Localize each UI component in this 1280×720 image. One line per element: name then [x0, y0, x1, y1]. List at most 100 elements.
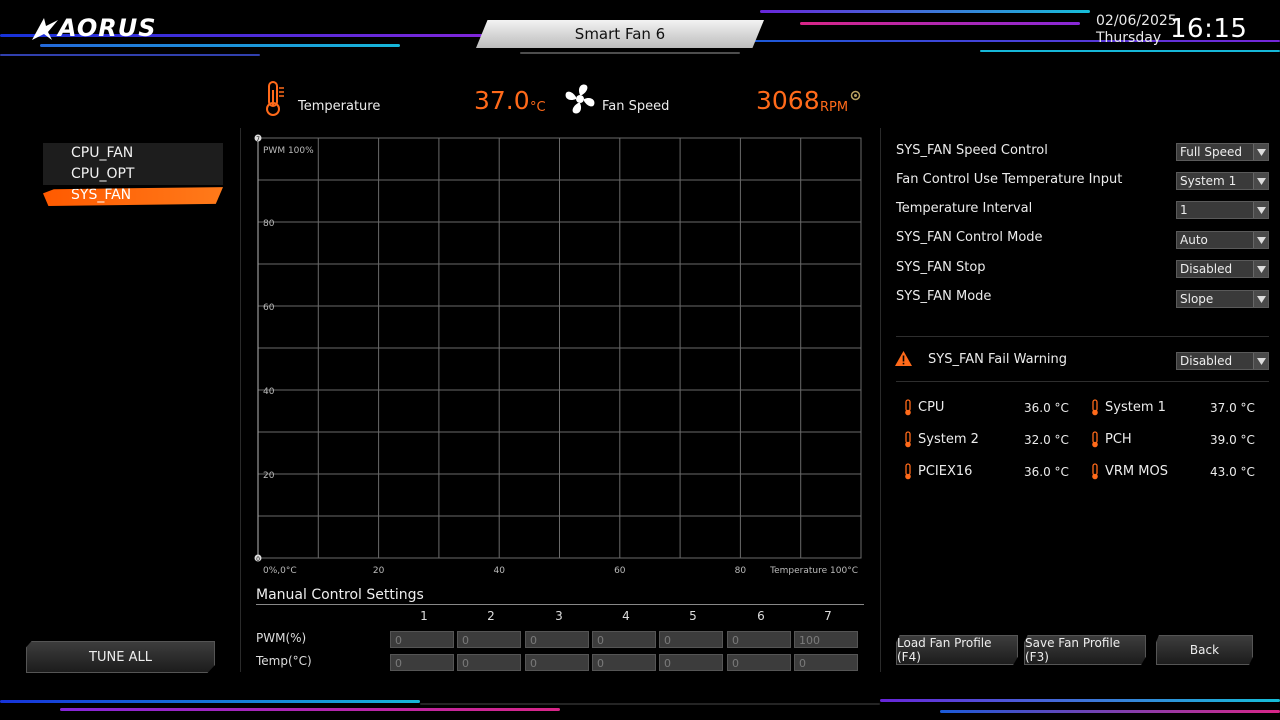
date-text: 02/06/2025	[1096, 13, 1177, 29]
left-divider	[240, 128, 241, 672]
warning-divider	[896, 381, 1269, 382]
x-tick-labels: 20 40 60 80	[373, 566, 747, 576]
chevron-down-icon	[1253, 291, 1268, 307]
dropdown-fan-stop[interactable]: Disabled	[1176, 260, 1269, 278]
fan-item-cpu-opt[interactable]: CPU_OPT	[43, 164, 223, 185]
x-tick-label: 20	[373, 566, 385, 576]
save-fan-profile-button[interactable]: Save Fan Profile (F3)	[1024, 635, 1146, 665]
date-display: 02/06/2025 Thursday	[1096, 13, 1177, 47]
page-title-text: Smart Fan 6	[574, 25, 666, 43]
sensor-name-system1: System 1	[1105, 400, 1166, 415]
falcon-logo-icon	[32, 18, 58, 40]
fan-item-sys-fan[interactable]: SYS_FAN	[43, 187, 223, 206]
dropdown-control-mode[interactable]: Auto	[1176, 231, 1269, 249]
x-origin-label: 0%,0°C	[263, 566, 297, 576]
temp-input-5[interactable]: 0	[659, 654, 723, 671]
setting-label-temp-input: Fan Control Use Temperature Input	[896, 172, 1123, 187]
thermometer-icon	[902, 463, 914, 484]
temp-input-1[interactable]: 0	[390, 654, 454, 671]
sensor-name-pch: PCH	[1105, 432, 1132, 447]
sensor-name-pciex16: PCIEX16	[918, 464, 973, 479]
column-header-7: 7	[824, 609, 832, 623]
thermometer-icon	[1089, 399, 1101, 420]
load-fan-profile-button[interactable]: Load Fan Profile (F4)	[896, 635, 1018, 665]
load-fan-profile-label: Load Fan Profile (F4)	[897, 636, 992, 664]
dropdown-speed-control[interactable]: Full Speed	[1176, 143, 1269, 161]
gear-icon[interactable]	[850, 86, 861, 105]
sensor-value-pciex16: 36.0 °C	[1024, 465, 1069, 479]
thermometer-icon	[262, 80, 288, 120]
fan-speed-value: 3068	[756, 86, 820, 115]
clock-display: 16:15	[1170, 14, 1248, 44]
y-tick-label: 40	[263, 387, 275, 397]
curve-point-bottom[interactable]: 0	[254, 554, 262, 564]
setting-label-fan-mode: SYS_FAN Mode	[896, 289, 992, 304]
temperature-value: 37.0	[474, 86, 530, 115]
thermometer-icon	[902, 399, 914, 420]
pwm-input-1[interactable]: 0	[390, 631, 454, 648]
sensor-name-system2: System 2	[918, 432, 979, 447]
dropdown-temp-input[interactable]: System 1	[1176, 172, 1269, 190]
pwm-input-5[interactable]: 0	[659, 631, 723, 648]
dropdown-value: 1	[1180, 203, 1188, 217]
column-header-5: 5	[689, 609, 697, 623]
dropdown-value: Disabled	[1180, 354, 1233, 368]
chevron-down-icon	[1253, 202, 1268, 218]
y-tick-label: 20	[263, 471, 275, 481]
temp-input-3[interactable]: 0	[525, 654, 589, 671]
setting-label-speed-control: SYS_FAN Speed Control	[896, 143, 1048, 158]
column-header-4: 4	[622, 609, 630, 623]
pwm-input-3[interactable]: 0	[525, 631, 589, 648]
chevron-down-icon	[1253, 144, 1268, 160]
pwm-input-6[interactable]: 0	[727, 631, 791, 648]
x-tick-label: 40	[493, 566, 505, 576]
column-header-2: 2	[487, 609, 495, 623]
save-fan-profile-label: Save Fan Profile (F3)	[1025, 636, 1121, 664]
page-title: Smart Fan 6	[476, 20, 764, 48]
temp-input-6[interactable]: 0	[727, 654, 791, 671]
fail-warning-label: SYS_FAN Fail Warning	[928, 352, 1068, 367]
dropdown-value: Disabled	[1180, 262, 1233, 276]
sensor-value-pch: 39.0 °C	[1210, 433, 1255, 447]
dropdown-temp-interval[interactable]: 1	[1176, 201, 1269, 219]
curve-point-bottom-label: 0	[256, 556, 260, 563]
temperature-label: Temperature	[298, 99, 381, 114]
warning-icon	[895, 351, 912, 370]
dropdown-fail-warning[interactable]: Disabled	[1176, 352, 1269, 370]
logo-text: AORUS	[58, 14, 157, 42]
sensor-name-cpu: CPU	[918, 400, 945, 415]
fan-speed-label: Fan Speed	[602, 99, 670, 114]
weekday-text: Thursday	[1096, 30, 1162, 46]
setting-label-control-mode: SYS_FAN Control Mode	[896, 230, 1043, 245]
bottom-decorative-band	[0, 696, 1280, 720]
sensor-value-vrm-mos: 43.0 °C	[1210, 465, 1255, 479]
manual-control-title: Manual Control Settings	[256, 587, 424, 603]
pwm-input-7[interactable]: 100	[794, 631, 858, 648]
settings-divider	[896, 336, 1269, 337]
column-header-6: 6	[757, 609, 765, 623]
tune-all-button[interactable]: TUNE ALL	[26, 641, 215, 673]
temp-input-4[interactable]: 0	[592, 654, 656, 671]
setting-label-fan-stop: SYS_FAN Stop	[896, 260, 986, 275]
sensor-name-vrm-mos: VRM MOS	[1105, 464, 1168, 479]
temp-input-2[interactable]: 0	[457, 654, 521, 671]
curve-point-top-label: 7	[256, 136, 260, 143]
fan-item-cpu-fan[interactable]: CPU_FAN	[43, 143, 223, 164]
fan-icon	[563, 82, 597, 120]
temp-input-7[interactable]: 0	[794, 654, 858, 671]
back-label: Back	[1189, 643, 1220, 657]
x-end-label: Temperature 100°C	[769, 566, 858, 576]
dropdown-value: Slope	[1180, 292, 1214, 306]
dropdown-value: System 1	[1180, 174, 1237, 188]
back-button[interactable]: Back	[1156, 635, 1253, 665]
dropdown-value: Auto	[1180, 233, 1208, 247]
column-header-3: 3	[555, 609, 563, 623]
temperature-unit: °C	[530, 100, 546, 115]
x-tick-label: 60	[614, 566, 626, 576]
pwm-input-2[interactable]: 0	[457, 631, 521, 648]
fan-curve-chart[interactable]: PWM 100% 80 60 40 20 20 40 60 80 0%,0°C Temper…	[252, 132, 868, 578]
dropdown-value: Full Speed	[1180, 145, 1242, 159]
x-tick-label: 80	[735, 566, 747, 576]
dropdown-fan-mode[interactable]: Slope	[1176, 290, 1269, 308]
pwm-input-4[interactable]: 0	[592, 631, 656, 648]
